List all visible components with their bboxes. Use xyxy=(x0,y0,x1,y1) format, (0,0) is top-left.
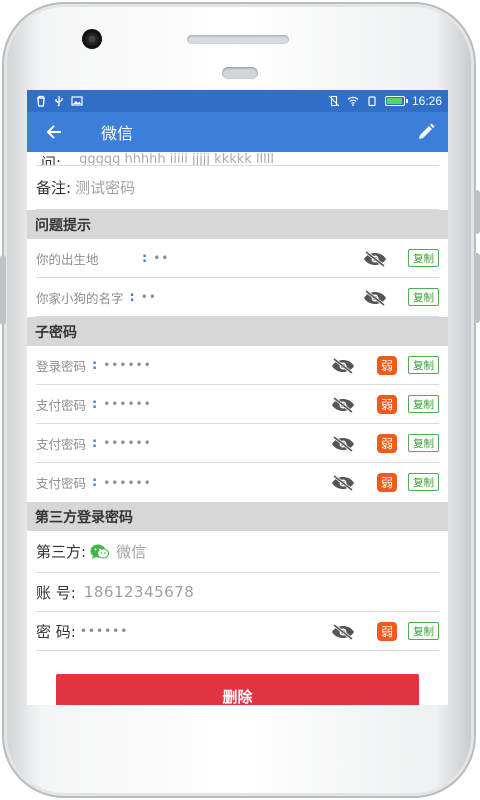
earpiece-speaker xyxy=(187,35,289,44)
strength-badge: 弱 xyxy=(377,622,397,641)
third-party-provider-row: 第三方: 微信 xyxy=(36,531,439,573)
image-icon xyxy=(71,96,83,106)
copy-button[interactable]: 复制 xyxy=(408,395,439,413)
question-answer: •• xyxy=(140,290,157,304)
provider-label: 第三方: xyxy=(36,543,87,561)
edit-button[interactable] xyxy=(414,120,438,144)
colon-separator: : xyxy=(129,289,135,305)
strength-badge: 弱 xyxy=(377,395,397,414)
subpassword-label: 支付密码 xyxy=(36,476,87,491)
battery-icon xyxy=(384,96,408,106)
subpassword-label: 支付密码 xyxy=(36,397,87,413)
password-value: •••••• xyxy=(79,624,129,638)
status-bar: 16:26 xyxy=(27,90,448,112)
top-sensor xyxy=(222,67,258,79)
note-row: 备注: 测试密码 xyxy=(36,166,439,210)
eye-off-icon[interactable] xyxy=(331,475,355,491)
subpassword-row: 登录密码 : •••••• 弱 复制 xyxy=(36,346,439,385)
volume-button xyxy=(474,190,480,234)
eye-off-icon[interactable] xyxy=(331,436,355,452)
app-toolbar: 微信 xyxy=(27,112,448,152)
colon-separator: : xyxy=(92,435,98,451)
section-header-questions: 问题提示 xyxy=(27,210,448,239)
vibrate-off-icon xyxy=(328,95,340,107)
arrow-left-icon xyxy=(46,125,61,139)
note-value: 测试密码 xyxy=(75,179,136,197)
delete-button[interactable]: 删除 xyxy=(56,674,419,705)
power-button xyxy=(0,255,6,325)
colon-separator: : xyxy=(142,250,148,266)
trash-icon xyxy=(37,95,45,107)
copy-button[interactable]: 复制 xyxy=(408,434,439,452)
eye-off-icon[interactable] xyxy=(363,251,387,267)
note-label: 备注: xyxy=(36,179,72,197)
subpassword-value: •••••• xyxy=(103,475,152,490)
account-row: 账 号: 18612345678 xyxy=(36,573,439,612)
back-button[interactable] xyxy=(27,112,81,152)
password-label: 密 码: xyxy=(36,622,76,641)
front-camera xyxy=(82,29,102,49)
question-row: 你家小狗的名字 : •• 复制 xyxy=(36,278,439,317)
page-title: 微信 xyxy=(101,124,134,143)
strength-badge: 弱 xyxy=(377,356,397,375)
copy-button[interactable]: 复制 xyxy=(408,288,439,306)
copy-button[interactable]: 复制 xyxy=(408,622,439,640)
copy-button[interactable]: 复制 xyxy=(408,473,439,491)
colon-separator: : xyxy=(92,396,98,412)
copy-button[interactable]: 复制 xyxy=(408,356,439,374)
question-answer: •• xyxy=(153,251,170,265)
subpassword-value: •••••• xyxy=(103,436,152,450)
eye-off-icon[interactable] xyxy=(363,290,387,306)
pencil-icon xyxy=(419,123,435,139)
eye-off-icon[interactable] xyxy=(331,397,355,413)
status-time: 16:26 xyxy=(411,94,442,108)
app-screen: 16:26 微信 问: ggggg hhhhh iiiii jjjjj kkkk… xyxy=(27,90,448,705)
subpassword-row: 支付密码 : •••••• 弱 复制 xyxy=(36,424,439,463)
question-label: 你的出生地 xyxy=(36,251,99,267)
subpassword-value: •••••• xyxy=(103,358,152,372)
question-label: 你家小狗的名字 xyxy=(36,290,124,306)
sim-icon xyxy=(368,96,376,107)
subpassword-row: 支付密码 : •••••• 弱 复制 xyxy=(36,385,439,424)
subpassword-row: 支付密码 : •••••• 弱 复制 xyxy=(36,463,439,502)
volume-button-lower xyxy=(474,253,480,323)
detail-content: 问: ggggg hhhhh iiiii jjjjj kkkkk lllll 备… xyxy=(27,152,448,705)
usb-icon xyxy=(55,96,63,107)
provider-name: 微信 xyxy=(116,543,147,561)
subpassword-label: 支付密码 xyxy=(36,436,87,452)
section-header-subpasswords: 子密码 xyxy=(27,317,448,346)
question-row: 你的出生地 : •• 复制 xyxy=(36,239,439,278)
strength-badge: 弱 xyxy=(377,473,397,492)
account-label: 账 号: xyxy=(36,583,76,602)
section-header-third-party: 第三方登录密码 xyxy=(27,502,448,531)
partial-field-value: ggggg hhhhh iiiii jjjjj kkkkk lllll xyxy=(79,152,274,166)
strength-badge: 弱 xyxy=(377,434,397,453)
subpassword-value: •••••• xyxy=(103,397,152,411)
eye-off-icon[interactable] xyxy=(331,624,355,640)
partial-field-label: 问: xyxy=(41,154,62,166)
copy-button[interactable]: 复制 xyxy=(408,249,439,267)
colon-separator: : xyxy=(92,357,98,373)
wechat-icon xyxy=(90,544,110,559)
colon-separator: : xyxy=(92,475,98,490)
eye-off-icon[interactable] xyxy=(331,358,355,374)
partial-field-row: 问: ggggg hhhhh iiiii jjjjj kkkkk lllll xyxy=(36,152,439,166)
wifi-icon xyxy=(347,96,359,106)
account-value: 18612345678 xyxy=(83,583,195,601)
third-party-password-row: 密 码: •••••• 弱 复制 xyxy=(36,612,439,651)
subpassword-label: 登录密码 xyxy=(36,358,87,374)
